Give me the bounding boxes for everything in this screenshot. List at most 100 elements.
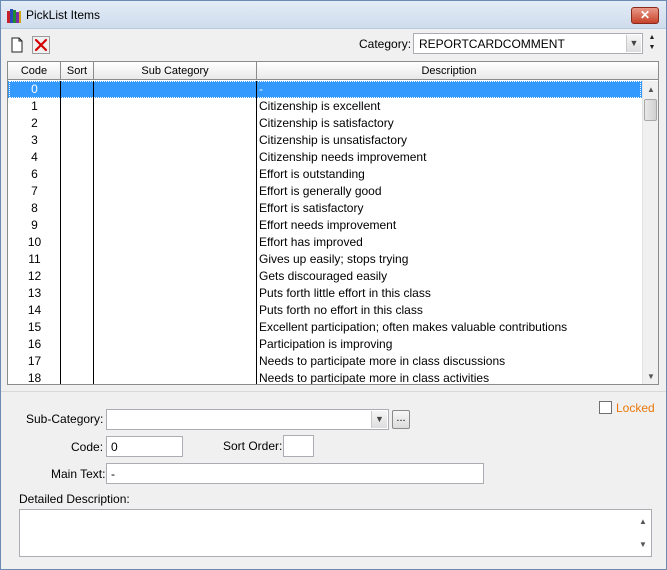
sub-category-browse-button[interactable]: ... bbox=[392, 410, 410, 429]
cell-sub-category bbox=[94, 251, 257, 268]
cell-code: 15 bbox=[27, 320, 42, 334]
cell-sub-category bbox=[94, 81, 257, 98]
column-header-code[interactable]: Code bbox=[8, 62, 61, 80]
category-select[interactable]: REPORTCARDCOMMENT ▼ bbox=[413, 33, 643, 54]
cell-sort bbox=[61, 285, 94, 302]
cell-description: Gives up easily; stops trying bbox=[259, 252, 409, 266]
window-title: PickList Items bbox=[26, 8, 101, 22]
chevron-down-icon[interactable]: ▼ bbox=[371, 411, 387, 428]
scrollbar-thumb[interactable] bbox=[644, 99, 657, 121]
table-row[interactable]: 13 Puts forth little effort in this class bbox=[8, 285, 642, 302]
delete-item-button[interactable] bbox=[32, 36, 50, 54]
cell-description: Citizenship needs improvement bbox=[259, 150, 427, 164]
cell-sub-category bbox=[94, 234, 257, 251]
cell-sort bbox=[61, 370, 94, 384]
cell-code: 18 bbox=[27, 371, 42, 385]
table-row[interactable]: 18 Needs to participate more in class act… bbox=[8, 370, 642, 385]
category-spinner[interactable]: ▲ ▼ bbox=[646, 33, 658, 54]
new-document-icon bbox=[11, 37, 23, 53]
new-item-button[interactable] bbox=[8, 36, 26, 54]
table-row[interactable]: 2 Citizenship is satisfactory bbox=[8, 115, 642, 132]
scroll-down-icon[interactable]: ▼ bbox=[635, 533, 651, 556]
table-row[interactable]: 9 Effort needs improvement bbox=[8, 217, 642, 234]
chevron-down-icon[interactable]: ▼ bbox=[626, 35, 641, 52]
sub-category-select[interactable]: ▼ bbox=[106, 409, 389, 430]
table-row[interactable]: 11 Gives up easily; stops trying bbox=[8, 251, 642, 268]
cell-sub-category bbox=[94, 285, 257, 302]
cell-sub-category bbox=[94, 370, 257, 384]
cell-sub-category bbox=[94, 302, 257, 319]
table-row[interactable]: 1 Citizenship is excellent bbox=[8, 98, 642, 115]
cell-description: Effort needs improvement bbox=[259, 218, 397, 232]
table-row[interactable]: 7 Effort is generally good bbox=[8, 183, 642, 200]
column-divider bbox=[60, 81, 61, 384]
cell-description: Puts forth no effort in this class bbox=[259, 303, 423, 317]
table-row[interactable]: 0- bbox=[8, 81, 642, 98]
cell-code: 9 bbox=[31, 218, 38, 232]
scroll-up-icon[interactable]: ▲ bbox=[643, 81, 658, 98]
cell-description: - bbox=[259, 82, 263, 96]
spin-up-icon[interactable]: ▲ bbox=[646, 33, 658, 43]
cell-code: 16 bbox=[27, 337, 42, 351]
cell-sub-category bbox=[94, 319, 257, 336]
books-app-icon bbox=[7, 9, 21, 23]
column-header-sub-category[interactable]: Sub Category bbox=[94, 62, 257, 80]
cell-sort bbox=[61, 132, 94, 149]
sort-order-field[interactable] bbox=[283, 435, 314, 457]
locked-label[interactable]: Locked bbox=[616, 401, 655, 415]
locked-checkbox[interactable] bbox=[599, 401, 612, 414]
code-field[interactable] bbox=[106, 436, 183, 457]
scroll-up-icon[interactable]: ▲ bbox=[635, 510, 651, 533]
cell-sort bbox=[61, 319, 94, 336]
detailed-description-textarea[interactable]: ▲ ▼ bbox=[19, 509, 652, 557]
cell-description: Needs to participate more in class discu… bbox=[259, 354, 506, 368]
cell-sort bbox=[61, 268, 94, 285]
grid-vertical-scrollbar[interactable]: ▲ ▼ bbox=[642, 81, 658, 384]
table-row[interactable]: 6 Effort is outstanding bbox=[8, 166, 642, 183]
table-row[interactable]: 4 Citizenship needs improvement bbox=[8, 149, 642, 166]
cell-code: 8 bbox=[31, 201, 38, 215]
cell-description: Citizenship is satisfactory bbox=[259, 116, 394, 130]
cell-sub-category bbox=[94, 183, 257, 200]
cell-code: 10 bbox=[27, 235, 42, 249]
cell-description: Gets discouraged easily bbox=[259, 269, 388, 283]
cell-code: 17 bbox=[27, 354, 42, 368]
cell-sub-category bbox=[94, 132, 257, 149]
table-row[interactable]: 3 Citizenship is unsatisfactory bbox=[8, 132, 642, 149]
column-header-description[interactable]: Description bbox=[257, 62, 641, 80]
table-row[interactable]: 15 Excellent participation; often makes v… bbox=[8, 319, 642, 336]
table-row[interactable]: 17 Needs to participate more in class dis… bbox=[8, 353, 642, 370]
cell-code: 1 bbox=[31, 99, 38, 113]
cell-description: Puts forth little effort in this class bbox=[259, 286, 431, 300]
table-row[interactable]: 8 Effort is satisfactory bbox=[8, 200, 642, 217]
cell-description: Effort is outstanding bbox=[259, 167, 365, 181]
column-header-sort[interactable]: Sort bbox=[61, 62, 94, 80]
main-text-field[interactable] bbox=[106, 463, 484, 484]
scroll-down-icon[interactable]: ▼ bbox=[643, 368, 658, 384]
category-value: REPORTCARDCOMMENT bbox=[419, 37, 565, 51]
textarea-scrollbar[interactable]: ▲ ▼ bbox=[635, 510, 651, 556]
close-button[interactable]: ✕ bbox=[631, 7, 659, 24]
picklist-window: PickList Items ✕ Category: REPORTCARDCOM… bbox=[0, 0, 667, 570]
category-label: Category: bbox=[359, 37, 412, 51]
grid-header: Code Sort Sub Category Description bbox=[8, 62, 658, 80]
spin-down-icon[interactable]: ▼ bbox=[646, 43, 658, 53]
cell-code: 3 bbox=[31, 133, 38, 147]
cell-code: 4 bbox=[31, 150, 38, 164]
main-text-label: Main Text: bbox=[51, 467, 106, 481]
table-row[interactable]: 12 Gets discouraged easily bbox=[8, 268, 642, 285]
cell-code: 6 bbox=[31, 167, 38, 181]
detailed-description-label: Detailed Description: bbox=[19, 492, 130, 506]
table-row[interactable]: 14 Puts forth no effort in this class bbox=[8, 302, 642, 319]
cell-description: Effort has improved bbox=[259, 235, 363, 249]
cell-sort bbox=[61, 302, 94, 319]
cell-description: Citizenship is unsatisfactory bbox=[259, 133, 408, 147]
cell-sub-category bbox=[94, 98, 257, 115]
cell-sort bbox=[61, 251, 94, 268]
table-row[interactable]: 16 Participation is improving bbox=[8, 336, 642, 353]
picklist-grid[interactable]: Code Sort Sub Category Description 18 Nee… bbox=[7, 61, 659, 385]
title-bar[interactable]: PickList Items ✕ bbox=[1, 1, 666, 29]
table-row[interactable]: 10 Effort has improved bbox=[8, 234, 642, 251]
cell-sort bbox=[61, 200, 94, 217]
sub-category-label: Sub-Category: bbox=[26, 412, 104, 426]
